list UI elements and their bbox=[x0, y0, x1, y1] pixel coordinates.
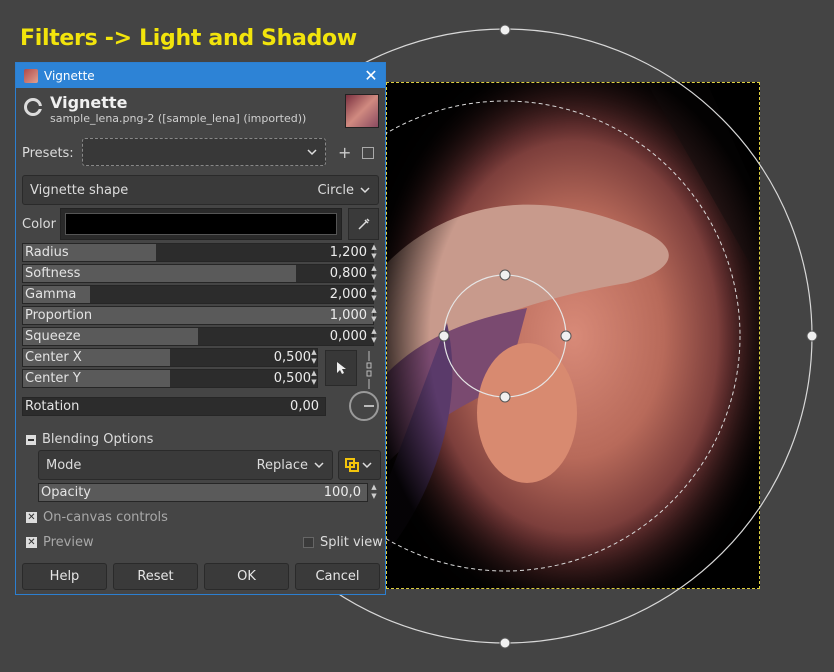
opacity-slider[interactable]: Opacity 100,0 bbox=[38, 483, 368, 502]
center-x-spin-icon[interactable]: ▲ ▼ bbox=[309, 348, 319, 367]
preview-check[interactable]: ✕ Preview bbox=[26, 535, 94, 550]
gimp-app-icon bbox=[24, 68, 38, 83]
handle-right[interactable] bbox=[806, 330, 818, 342]
rotation-label: Rotation bbox=[25, 399, 80, 414]
pointer-icon bbox=[337, 362, 346, 374]
center-x-label: Center X bbox=[25, 350, 82, 365]
chain-link-icon[interactable] bbox=[366, 351, 372, 389]
squeeze-value: 0,000 bbox=[329, 329, 367, 344]
dialog-titlebar[interactable]: Vignette ✕ bbox=[16, 63, 385, 88]
checkbox-unchecked-icon bbox=[303, 537, 314, 548]
ok-button[interactable]: OK bbox=[204, 563, 289, 590]
on-canvas-controls-check[interactable]: ✕ On-canvas controls bbox=[26, 510, 168, 525]
center-x-slider[interactable]: Center X 0,500 bbox=[22, 348, 318, 367]
pick-center-button[interactable] bbox=[325, 350, 357, 386]
chevron-down-icon bbox=[362, 462, 372, 469]
image-subtitle: sample_lena.png-2 ([sample_lena] (import… bbox=[50, 112, 307, 125]
chevron-down-icon bbox=[360, 187, 370, 194]
handle-top[interactable] bbox=[499, 24, 511, 36]
eyedropper-icon bbox=[357, 218, 370, 230]
vignette-dialog: Vignette ✕ Vignette sample_lena.png-2 ([… bbox=[15, 62, 386, 595]
center-handle-right[interactable] bbox=[560, 330, 572, 342]
blending-options-expander[interactable]: Blending Options bbox=[26, 432, 153, 447]
composite-mode-button[interactable] bbox=[338, 450, 381, 480]
mode-value: Replace bbox=[256, 457, 308, 473]
softness-label: Softness bbox=[25, 266, 81, 281]
vignette-shape-value: Circle bbox=[317, 182, 354, 198]
add-preset-icon[interactable]: + bbox=[338, 143, 351, 162]
softness-spin-icon[interactable]: ▲ ▼ bbox=[369, 264, 379, 283]
preview-label: Preview bbox=[43, 535, 94, 550]
proportion-label: Proportion bbox=[25, 308, 93, 323]
split-view-label: Split view bbox=[320, 535, 383, 550]
mode-combo[interactable]: Mode Replace bbox=[38, 450, 333, 480]
opacity-value: 100,0 bbox=[323, 485, 361, 500]
gamma-slider[interactable]: Gamma 2,000 bbox=[22, 285, 374, 304]
softness-slider[interactable]: Softness 0,800 bbox=[22, 264, 374, 283]
caption-title: Filters -> Light and Shadow bbox=[20, 26, 357, 51]
collapse-icon bbox=[26, 434, 36, 445]
chevron-down-icon bbox=[307, 149, 317, 156]
center-x-value: 0,500 bbox=[273, 350, 311, 365]
squeeze-label: Squeeze bbox=[25, 329, 81, 344]
cancel-button[interactable]: Cancel bbox=[295, 563, 380, 590]
radius-label: Radius bbox=[25, 245, 69, 260]
radius-slider[interactable]: Radius 1,200 bbox=[22, 243, 374, 262]
mode-label: Mode bbox=[46, 457, 82, 473]
image-thumbnail bbox=[345, 94, 379, 128]
center-y-spin-icon[interactable]: ▲ ▼ bbox=[309, 369, 319, 388]
radius-spin-icon[interactable]: ▲ ▼ bbox=[369, 243, 379, 262]
vignette-shape-combo[interactable]: Vignette shape Circle bbox=[22, 175, 379, 205]
filter-title: Vignette bbox=[50, 93, 128, 112]
radius-value: 1,200 bbox=[329, 245, 367, 260]
center-y-value: 0,500 bbox=[273, 371, 311, 386]
softness-value: 0,800 bbox=[329, 266, 367, 281]
presets-menu-icon[interactable] bbox=[362, 147, 374, 159]
dialog-header: Vignette sample_lena.png-2 ([sample_lena… bbox=[16, 88, 385, 134]
checkbox-checked-icon: ✕ bbox=[26, 537, 37, 548]
opacity-spin-icon[interactable]: ▲ ▼ bbox=[369, 483, 379, 502]
proportion-spin-icon[interactable]: ▲ ▼ bbox=[369, 306, 379, 325]
gamma-value: 2,000 bbox=[329, 287, 367, 302]
handle-bottom[interactable] bbox=[499, 637, 511, 649]
proportion-value: 1,000 bbox=[329, 308, 367, 323]
squeeze-slider[interactable]: Squeeze 0,000 bbox=[22, 327, 374, 346]
vignette-shape-label: Vignette shape bbox=[30, 182, 129, 198]
opacity-label: Opacity bbox=[41, 485, 92, 500]
checkbox-checked-icon: ✕ bbox=[26, 512, 37, 523]
color-label: Color bbox=[22, 217, 56, 232]
window-title: Vignette bbox=[44, 68, 95, 83]
reset-button[interactable]: Reset bbox=[113, 563, 198, 590]
on-canvas-controls-label: On-canvas controls bbox=[43, 510, 168, 525]
presets-combo[interactable] bbox=[82, 138, 326, 166]
color-button[interactable] bbox=[60, 208, 342, 240]
center-handle-left[interactable] bbox=[438, 330, 450, 342]
close-icon[interactable]: ✕ bbox=[357, 66, 385, 85]
color-picker-button[interactable] bbox=[348, 208, 379, 240]
center-y-label: Center Y bbox=[25, 371, 81, 386]
proportion-slider[interactable]: Proportion 1,000 bbox=[22, 306, 374, 325]
center-handle-bottom[interactable] bbox=[499, 391, 511, 403]
gegl-logo-icon bbox=[24, 98, 42, 116]
composite-icon bbox=[345, 458, 359, 472]
rotation-dial[interactable] bbox=[349, 391, 379, 421]
rotation-slider[interactable]: Rotation 0,00 bbox=[22, 397, 326, 416]
split-view-check[interactable]: Split view bbox=[303, 535, 383, 550]
squeeze-spin-icon[interactable]: ▲ ▼ bbox=[369, 327, 379, 346]
center-handle-top[interactable] bbox=[499, 269, 511, 281]
gamma-spin-icon[interactable]: ▲ ▼ bbox=[369, 285, 379, 304]
chevron-down-icon bbox=[314, 462, 324, 469]
help-button[interactable]: Help bbox=[22, 563, 107, 590]
presets-label: Presets: bbox=[22, 146, 74, 161]
blending-options-label: Blending Options bbox=[42, 432, 154, 447]
color-swatch bbox=[65, 213, 337, 235]
gamma-label: Gamma bbox=[25, 287, 77, 302]
rotation-value: 0,00 bbox=[290, 399, 319, 414]
center-y-slider[interactable]: Center Y 0,500 bbox=[22, 369, 318, 388]
